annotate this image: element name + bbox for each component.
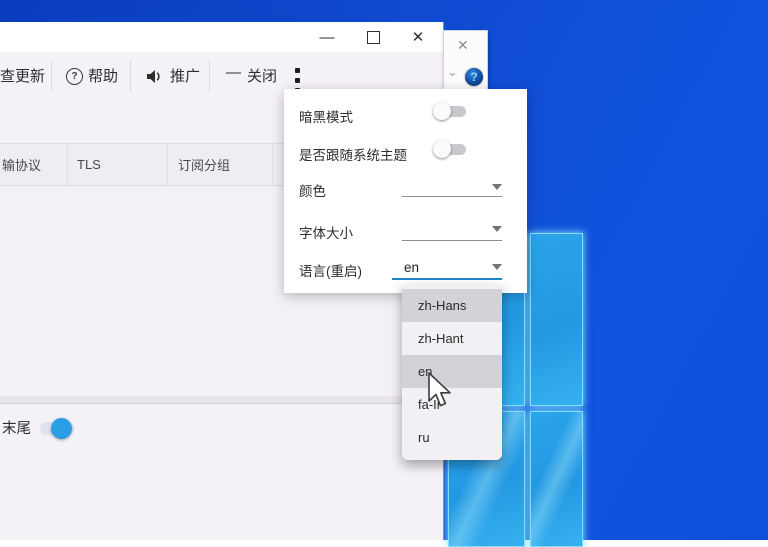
column-header-subscription-group[interactable]: 订阅分组 — [168, 144, 273, 185]
follow-system-theme-toggle[interactable] — [433, 140, 467, 159]
toolbar-item-help[interactable]: 帮助 — [88, 65, 118, 86]
titlebar: — ✕ — [0, 22, 443, 52]
language-dropdown: zh-Hans zh-Hant en fa-Ir ru — [402, 285, 502, 460]
close-icon[interactable]: ✕ — [457, 37, 469, 54]
toggle-thumb — [433, 140, 451, 158]
language-option-zh-hans[interactable]: zh-Hans — [402, 289, 502, 322]
toolbar-separator — [209, 60, 210, 92]
toggle-thumb — [433, 102, 451, 120]
mouse-cursor — [427, 372, 451, 410]
windows-logo-pane-bottom-right — [530, 411, 583, 547]
question-circle-icon[interactable]: ? — [66, 68, 83, 85]
toolbar-item-check-update[interactable]: 查更新 — [0, 65, 45, 86]
minimize-button[interactable]: — — [314, 22, 340, 52]
color-select[interactable] — [402, 196, 502, 197]
dark-mode-toggle[interactable] — [433, 102, 467, 121]
toolbar-item-close[interactable]: 关闭 — [247, 65, 277, 86]
windows-logo-pane-top-right — [530, 233, 583, 406]
font-size-select[interactable] — [402, 240, 502, 241]
language-label: 语言(重启) — [299, 260, 362, 280]
language-select[interactable] — [392, 278, 502, 280]
toggle-thumb — [51, 418, 72, 439]
follow-system-theme-label: 是否跟随系统主题 — [299, 144, 407, 164]
column-header-transport-protocol[interactable]: 输协议 — [0, 144, 68, 185]
column-header-tls[interactable]: TLS — [68, 144, 168, 185]
maximize-button[interactable] — [360, 22, 386, 52]
chevron-down-icon[interactable]: ⌄ — [447, 64, 458, 80]
toolbar-separator — [130, 60, 131, 92]
speaker-icon[interactable] — [146, 69, 163, 89]
language-option-zh-hant[interactable]: zh-Hant — [402, 322, 502, 355]
font-size-label: 字体大小 — [299, 222, 353, 242]
language-option-fa-ir[interactable]: fa-Ir — [402, 388, 502, 421]
toolbar-separator — [51, 60, 52, 92]
footer-label-tail: 末尾 — [2, 417, 31, 438]
horizontal-scrollbar[interactable] — [0, 396, 443, 404]
settings-menu: 暗黑模式 是否跟随系统主题 颜色 字体大小 语言(重启) en — [284, 89, 527, 293]
language-select-value: en — [404, 260, 419, 275]
language-option-en[interactable]: en — [402, 355, 502, 388]
maximize-icon — [367, 31, 380, 44]
close-button[interactable]: ✕ — [405, 22, 431, 52]
helper-popup: ✕ ⌄ ? — [443, 30, 488, 91]
minus-icon[interactable]: — — [226, 64, 241, 81]
color-label: 颜色 — [299, 180, 326, 200]
chevron-down-icon[interactable] — [492, 226, 502, 232]
help-icon[interactable]: ? — [465, 68, 483, 86]
chevron-down-icon[interactable] — [492, 264, 502, 270]
chevron-down-icon[interactable] — [492, 184, 502, 190]
footer-bar: 末尾 — [0, 404, 443, 540]
dark-mode-label: 暗黑模式 — [299, 106, 353, 126]
language-option-ru[interactable]: ru — [402, 421, 502, 454]
tail-toggle[interactable] — [38, 412, 78, 438]
toolbar-item-promote[interactable]: 推广 — [170, 65, 200, 86]
